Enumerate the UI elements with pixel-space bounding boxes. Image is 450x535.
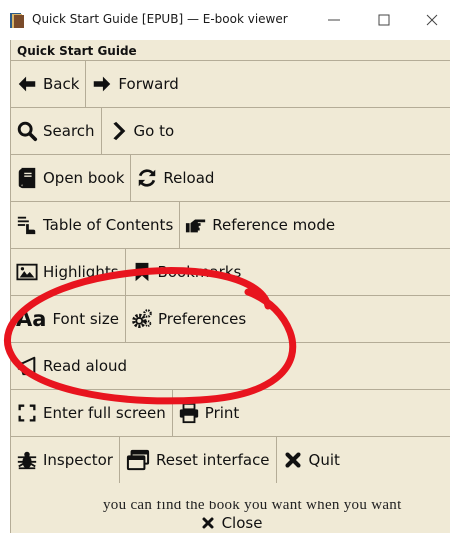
minimize-icon[interactable] <box>322 8 346 32</box>
maximize-icon[interactable] <box>372 8 396 32</box>
search-button[interactable]: Search <box>11 108 102 154</box>
close-window-icon[interactable] <box>420 8 444 32</box>
menu-row: Back Forward <box>11 60 450 107</box>
menu-row: Aa Font size Preferences <box>11 295 450 342</box>
forward-label: Forward <box>118 75 179 93</box>
image-icon <box>16 261 38 283</box>
back-label: Back <box>43 75 80 93</box>
reload-icon <box>136 167 158 189</box>
menu-row: Read aloud <box>11 342 450 389</box>
menu-row: Search Go to <box>11 107 450 154</box>
menu-row: Open book Reload <box>11 154 450 201</box>
menu-title: Quick Start Guide <box>17 44 137 58</box>
window-icon <box>125 449 151 471</box>
go-to-label: Go to <box>133 122 175 140</box>
search-icon <box>16 120 38 142</box>
book-text-peek: you can find the book you want when you … <box>103 501 402 512</box>
app-book-icon <box>8 12 26 29</box>
enter-full-screen-button[interactable]: Enter full screen <box>11 390 173 436</box>
read-aloud-button[interactable]: Read aloud <box>11 343 450 389</box>
pointing-hand-icon <box>185 214 207 236</box>
print-label: Print <box>204 404 240 422</box>
book-icon <box>16 167 38 189</box>
reload-button[interactable]: Reload <box>131 155 450 201</box>
arrow-left-icon <box>16 73 38 95</box>
font-size-icon: Aa <box>16 307 47 331</box>
bug-icon <box>16 449 38 471</box>
bookmark-icon <box>131 261 153 283</box>
close-menu-button[interactable]: Close <box>11 513 450 533</box>
toc-icon <box>16 214 38 236</box>
close-label: Close <box>221 514 263 532</box>
megaphone-icon <box>16 355 38 377</box>
window-titlebar[interactable]: Quick Start Guide [EPUB] — E-book viewer <box>0 0 450 40</box>
reference-mode-label: Reference mode <box>212 216 336 234</box>
inspector-label: Inspector <box>43 451 113 469</box>
search-label: Search <box>43 122 95 140</box>
x-icon <box>282 449 304 471</box>
preferences-button[interactable]: Preferences <box>126 296 450 342</box>
arrow-right-icon <box>91 73 113 95</box>
highlights-button[interactable]: Highlights <box>11 249 126 295</box>
quit-button[interactable]: Quit <box>277 437 450 483</box>
open-book-button[interactable]: Open book <box>11 155 132 201</box>
menu-row: Enter full screen Print <box>11 389 450 436</box>
back-button[interactable]: Back <box>11 61 87 107</box>
read-aloud-label: Read aloud <box>43 357 128 375</box>
menu-row: Table of Contents Reference mode <box>11 201 450 248</box>
menu-row: Inspector Reset interface Quit <box>11 436 450 483</box>
reset-interface-button[interactable]: Reset interface <box>120 437 277 483</box>
open-book-label: Open book <box>43 169 125 187</box>
font-size-label: Font size <box>52 310 119 328</box>
fullscreen-icon <box>16 402 38 424</box>
table-of-contents-button[interactable]: Table of Contents <box>11 202 181 248</box>
inspector-button[interactable]: Inspector <box>11 437 120 483</box>
enter-full-screen-label: Enter full screen <box>43 404 166 422</box>
font-size-button[interactable]: Aa Font size <box>11 296 126 342</box>
bookmarks-button[interactable]: Bookmarks <box>126 249 450 295</box>
preferences-label: Preferences <box>157 310 247 328</box>
print-icon <box>178 402 200 424</box>
forward-button[interactable]: Forward <box>86 61 450 107</box>
table-of-contents-label: Table of Contents <box>43 216 174 234</box>
x-icon <box>200 515 216 531</box>
reference-mode-button[interactable]: Reference mode <box>180 202 450 248</box>
highlights-label: Highlights <box>43 263 119 281</box>
gears-icon <box>131 308 153 330</box>
print-button[interactable]: Print <box>173 390 450 436</box>
reset-interface-label: Reset interface <box>155 451 270 469</box>
chevron-right-icon <box>107 120 129 142</box>
menu-row: Highlights Bookmarks <box>11 248 450 295</box>
bookmarks-label: Bookmarks <box>157 263 242 281</box>
window-title: Quick Start Guide [EPUB] — E-book viewer <box>32 12 288 26</box>
reload-label: Reload <box>163 169 215 187</box>
viewer-controls-menu: Quick Start Guide Back Forward Search Go… <box>10 40 450 533</box>
go-to-button[interactable]: Go to <box>102 108 450 154</box>
quit-label: Quit <box>308 451 340 469</box>
